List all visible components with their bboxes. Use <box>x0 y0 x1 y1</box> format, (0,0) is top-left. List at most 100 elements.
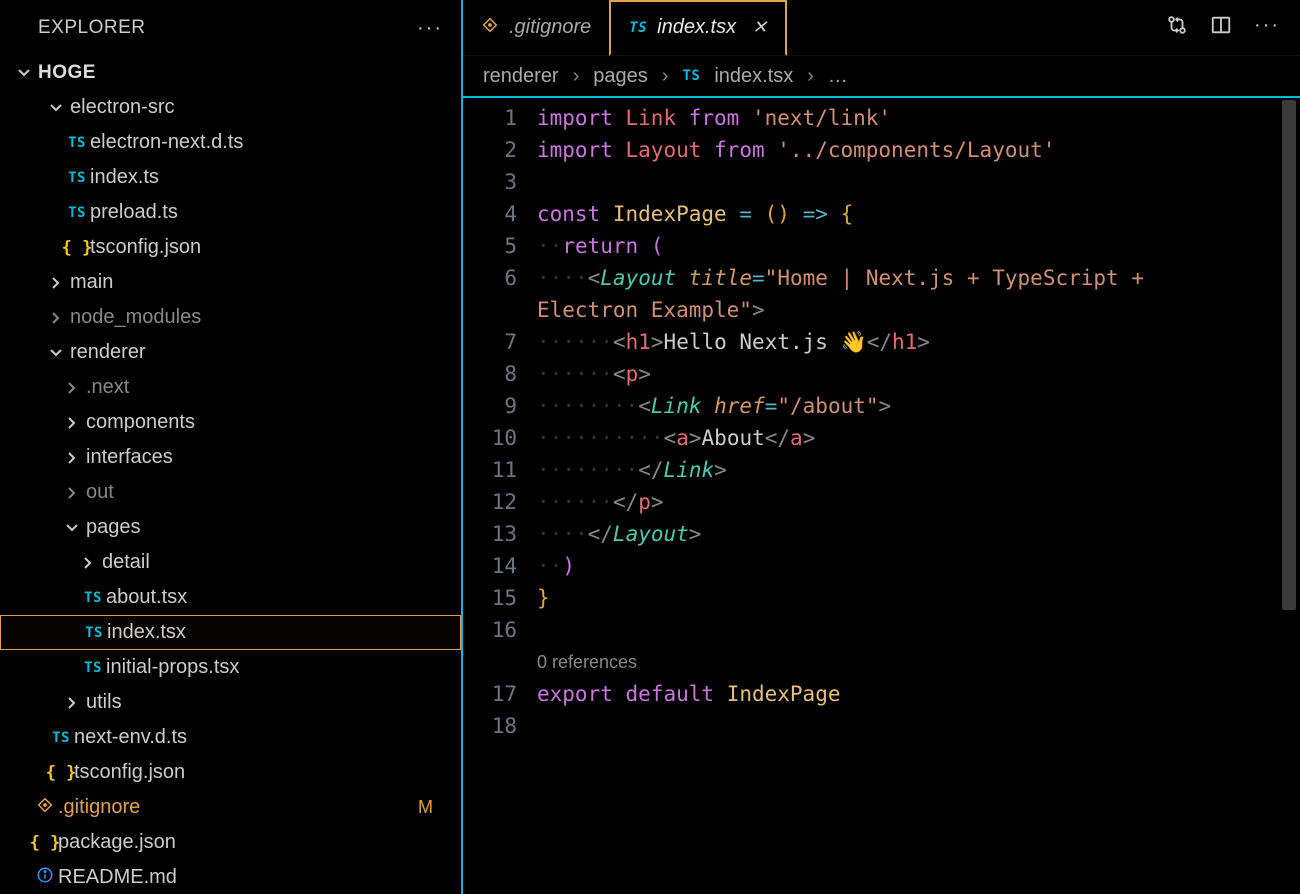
breadcrumb[interactable]: renderer › pages › TS index.tsx › … <box>463 56 1300 96</box>
code-content[interactable]: import Link from 'next/link'import Layou… <box>537 98 1300 894</box>
tree-file[interactable]: TSabout.tsx <box>0 580 461 615</box>
breadcrumb-file[interactable]: index.tsx <box>714 65 793 88</box>
chevron-right-icon <box>64 695 86 711</box>
tree-item-label: electron-src <box>70 96 174 119</box>
tree-folder[interactable]: interfaces <box>0 440 461 475</box>
tree-item-label: next-env.d.ts <box>74 726 187 749</box>
code-line[interactable]: export default IndexPage <box>537 678 1300 710</box>
info-icon <box>36 866 54 890</box>
line-number: 12 <box>463 486 517 518</box>
tree-file[interactable]: { }package.json <box>0 825 461 860</box>
workspace-root-label: HOGE <box>38 62 96 84</box>
code-line[interactable]: ······<p> <box>537 358 1300 390</box>
vertical-scrollbar[interactable] <box>1280 98 1298 894</box>
compare-changes-icon[interactable] <box>1166 14 1188 42</box>
tree-item-label: detail <box>102 551 150 574</box>
tree-folder[interactable]: renderer <box>0 335 461 370</box>
breadcrumb-more[interactable]: … <box>828 65 848 88</box>
tree-file[interactable]: TSindex.ts <box>0 160 461 195</box>
code-line[interactable]: const IndexPage = () => { <box>537 198 1300 230</box>
file-tree[interactable]: electron-srcTSelectron-next.d.tsTSindex.… <box>0 90 461 894</box>
tree-item-label: .next <box>86 376 129 399</box>
tree-folder[interactable]: pages <box>0 510 461 545</box>
code-line[interactable]: ········</Link> <box>537 454 1300 486</box>
editor-tab[interactable]: TSindex.tsx✕ <box>609 0 787 56</box>
line-number: 15 <box>463 582 517 614</box>
code-line[interactable]: ······<h1>Hello Next.js 👋</h1> <box>537 326 1300 358</box>
ts-icon: TS <box>84 660 102 676</box>
breadcrumb-part[interactable]: pages <box>593 65 648 88</box>
tree-file[interactable]: TSelectron-next.d.ts <box>0 125 461 160</box>
split-editor-icon[interactable] <box>1210 14 1232 42</box>
ts-icon: TS <box>52 730 70 746</box>
code-line[interactable]: ········<Link href="/about"> <box>537 390 1300 422</box>
tabbar: .gitignoreTSindex.tsx✕ ··· <box>463 0 1300 56</box>
tree-folder[interactable]: utils <box>0 685 461 720</box>
code-line[interactable]: } <box>537 582 1300 614</box>
tree-item-label: interfaces <box>86 446 173 469</box>
editor-pane: .gitignoreTSindex.tsx✕ ··· renderer › pa… <box>463 0 1300 894</box>
code-line[interactable]: ····<Layout title="Home | Next.js + Type… <box>537 262 1300 294</box>
more-icon[interactable]: ··· <box>417 17 443 40</box>
code-line[interactable]: import Link from 'next/link' <box>537 102 1300 134</box>
code-line[interactable] <box>537 710 1300 742</box>
ts-icon: TS <box>84 590 102 606</box>
tree-file[interactable]: .gitignoreM <box>0 790 461 825</box>
chevron-right-icon <box>64 415 86 431</box>
tree-file[interactable]: TSpreload.ts <box>0 195 461 230</box>
code-line[interactable]: import Layout from '../components/Layout… <box>537 134 1300 166</box>
breadcrumb-part[interactable]: renderer <box>483 65 559 88</box>
ts-icon: TS <box>682 68 700 84</box>
close-icon[interactable]: ✕ <box>752 17 767 38</box>
tree-item-label: index.tsx <box>107 621 186 644</box>
line-number <box>463 294 517 326</box>
tree-file[interactable]: { }tsconfig.json <box>0 755 461 790</box>
chevron-right-icon <box>64 380 86 396</box>
ts-icon: TS <box>85 625 103 641</box>
code-line[interactable]: Electron Example"> <box>537 294 1300 326</box>
code-line[interactable]: ··) <box>537 550 1300 582</box>
workspace-root[interactable]: HOGE <box>0 56 461 90</box>
chevron-right-icon <box>80 555 102 571</box>
line-number: 14 <box>463 550 517 582</box>
code-line[interactable] <box>537 166 1300 198</box>
codelens[interactable]: 0 references <box>537 646 1300 678</box>
editor-tab[interactable]: .gitignore <box>463 0 609 56</box>
tree-item-label: main <box>70 271 113 294</box>
scrollbar-thumb[interactable] <box>1282 100 1296 610</box>
tree-item-label: about.tsx <box>106 586 187 609</box>
tree-folder[interactable]: electron-src <box>0 90 461 125</box>
tree-folder[interactable]: detail <box>0 545 461 580</box>
tree-item-label: pages <box>86 516 141 539</box>
code-line[interactable]: ····</Layout> <box>537 518 1300 550</box>
tree-item-label: index.ts <box>90 166 159 189</box>
tree-file[interactable]: { }tsconfig.json <box>0 230 461 265</box>
tree-item-label: components <box>86 411 195 434</box>
line-number: 18 <box>463 710 517 742</box>
chevron-down-icon <box>16 65 38 81</box>
code-editor[interactable]: 123456 78910111213141516 1718 import Lin… <box>463 96 1300 894</box>
code-line[interactable] <box>537 614 1300 646</box>
tree-folder[interactable]: out <box>0 475 461 510</box>
ts-icon: TS <box>68 205 86 221</box>
code-line[interactable]: ··········<a>About</a> <box>537 422 1300 454</box>
explorer-header: EXPLORER ··· <box>0 0 461 56</box>
more-actions-icon[interactable]: ··· <box>1254 14 1280 42</box>
tree-file[interactable]: README.md <box>0 860 461 894</box>
explorer-sidebar: EXPLORER ··· HOGE electron-src TSelectron… <box>0 0 463 894</box>
code-line[interactable]: ······</p> <box>537 486 1300 518</box>
code-line[interactable]: ··return ( <box>537 230 1300 262</box>
tree-folder[interactable]: components <box>0 405 461 440</box>
tree-folder[interactable]: .next <box>0 370 461 405</box>
tree-item-label: package.json <box>58 831 176 854</box>
line-gutter: 123456 78910111213141516 1718 <box>463 98 537 894</box>
line-number: 4 <box>463 198 517 230</box>
line-number: 1 <box>463 102 517 134</box>
line-number: 3 <box>463 166 517 198</box>
tree-folder[interactable]: node_modules <box>0 300 461 335</box>
tree-folder[interactable]: main <box>0 265 461 300</box>
tree-file[interactable]: TSindex.tsx <box>0 615 461 650</box>
tree-file[interactable]: TSnext-env.d.ts <box>0 720 461 755</box>
tree-file[interactable]: TSinitial-props.tsx <box>0 650 461 685</box>
tree-item-label: out <box>86 481 114 504</box>
